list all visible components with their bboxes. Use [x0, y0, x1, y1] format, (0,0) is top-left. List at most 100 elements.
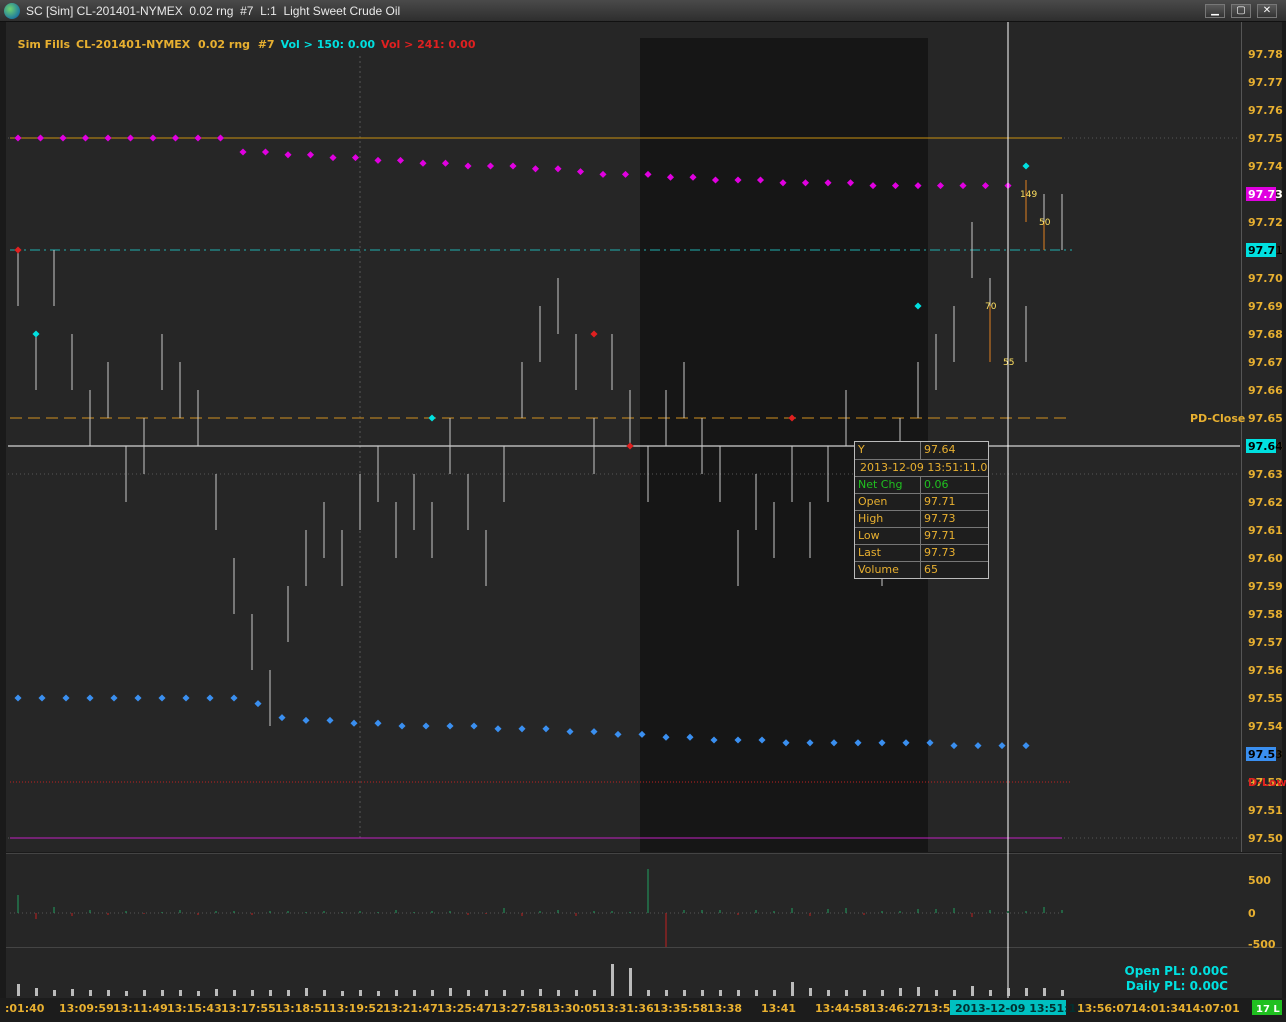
price-tick-label: 97.58: [1248, 608, 1283, 621]
upper-band-dot: [981, 182, 990, 190]
tooltip-row: Low 97.71: [855, 527, 988, 544]
lower-band-dot: [470, 722, 478, 730]
price-tick-label: 97.77: [1248, 76, 1283, 89]
time-tick-label: 13:46:27: [869, 1002, 924, 1015]
volume-bar: [719, 990, 722, 996]
legend-vol-up: Vol > 150: 0.00: [280, 38, 376, 51]
upper-band-dot: [329, 154, 337, 162]
lower-band-dot: [542, 725, 550, 733]
time-tick-label: :01:40: [5, 1002, 45, 1015]
price-tick-label: 97.63: [1248, 468, 1283, 481]
time-tick-label: 13:21:47: [383, 1002, 438, 1015]
time-tick-label: 13:38: [707, 1002, 742, 1015]
upper-band-dot: [531, 165, 540, 173]
upper-band-dot: [171, 134, 180, 142]
volume-bar: [107, 990, 110, 996]
price-tick-label: 97.55: [1248, 692, 1283, 705]
upper-band-dot: [959, 182, 967, 190]
lower-band-dot: [158, 694, 166, 702]
upper-band-dot: [104, 134, 112, 142]
lower-band-dot: [590, 728, 598, 736]
volume-bar: [431, 990, 434, 996]
price-marker-label: 97.53: [1248, 748, 1283, 761]
volume-bar: [125, 991, 128, 996]
time-tick-label: 14:01:34: [1131, 1002, 1186, 1015]
tooltip-row: Last 97.73: [855, 544, 988, 561]
volume-bar: [377, 991, 380, 996]
volume-bar: [845, 990, 848, 996]
time-tick-label: 13:44:58: [815, 1002, 870, 1015]
upper-band-dot: [36, 134, 45, 142]
time-tick-label: 13:27:58: [491, 1002, 546, 1015]
data-box-tooltip: Y 97.64 2013-12-09 13:51:11.001 Net Chg 0.06…: [854, 441, 989, 579]
lower-band-dot: [494, 725, 502, 733]
price-tick-label: 97.75: [1248, 132, 1283, 145]
volume-bar: [251, 990, 254, 996]
volume-bar: [89, 990, 92, 996]
volume-bar: [359, 990, 362, 996]
annotation-label: 70: [985, 302, 997, 312]
price-tick-label: 97.76: [1248, 104, 1283, 117]
volume-bar: [593, 990, 596, 996]
price-marker-label: 97.73: [1248, 188, 1283, 201]
price-tick-label: 97.72: [1248, 216, 1283, 229]
upper-band-dot: [261, 148, 270, 156]
tooltip-key: High: [855, 511, 921, 527]
upper-band-dot: [126, 134, 135, 142]
lower-band-dot: [86, 694, 94, 702]
volume-bar: [1007, 988, 1010, 996]
tooltip-row: Y 97.64: [855, 442, 988, 459]
lower-band-dot: [566, 728, 574, 736]
volume-bar: [485, 990, 488, 996]
annotation-label: 55: [1003, 358, 1014, 368]
time-tick-label: 13:56:07: [1077, 1002, 1132, 1015]
annotation-label: 149: [1020, 190, 1037, 200]
tooltip-value: 2013-12-09 13:51:11.001: [860, 461, 988, 474]
corner-badge-label: 17 L: [1256, 1004, 1280, 1015]
upper-band-dot: [509, 162, 517, 170]
lower-band-dot: [182, 694, 190, 702]
open-pl: Open PL: 0.00C: [1124, 964, 1228, 978]
chart-canvas[interactable]: 97.78 97.77 97.76 97.75 97.74 97.73 97.72 97.71…: [0, 0, 1286, 1022]
upper-band-dot: [194, 134, 202, 142]
volume-bar: [197, 991, 200, 996]
volume-bar: [413, 990, 416, 996]
legend-vol-down: Vol > 241: 0.00: [381, 38, 476, 51]
tooltip-value: 0.06: [924, 478, 949, 491]
volume-bar: [773, 990, 776, 996]
cursor-time-label: 2013-12-09 13:51:11: [955, 1002, 1084, 1015]
delta-tick-label: 0: [1248, 907, 1256, 920]
price-tick-label: 97.57: [1248, 636, 1283, 649]
time-tick-label: 13:30:05: [545, 1002, 600, 1015]
volume-bar: [71, 989, 74, 996]
upper-band-dot: [239, 148, 247, 156]
time-tick-label: 13:35:58: [653, 1002, 708, 1015]
tooltip-value: 97.64: [924, 443, 956, 456]
price-tick-label: 97.50: [1248, 832, 1283, 845]
upper-band-dot: [14, 134, 22, 142]
volume-bar: [989, 990, 992, 996]
upper-band-dot: [351, 154, 360, 162]
volume-bar: [53, 990, 56, 996]
lower-band-dot: [974, 742, 982, 750]
volume-bar: [827, 990, 830, 996]
volume-bar: [35, 988, 38, 996]
volume-bar: [161, 990, 164, 996]
upper-band-dot: [306, 151, 315, 159]
time-tick-label: 13:19:52: [329, 1002, 384, 1015]
upper-band-dot: [216, 134, 225, 142]
tooltip-row: High 97.73: [855, 510, 988, 527]
upper-band-dot: [419, 159, 427, 167]
time-tick-label: 13:18:51: [275, 1002, 330, 1015]
volume-bar: [323, 990, 326, 996]
upper-band-dot: [149, 134, 157, 142]
volume-bar: [17, 984, 20, 996]
upper-band-dot: [936, 182, 945, 190]
tooltip-value: 97.73: [924, 512, 956, 525]
tooltip-value: 97.73: [924, 546, 956, 559]
volume-bar: [881, 990, 884, 996]
time-tick-label: 13:41: [761, 1002, 796, 1015]
upper-band-dot: [441, 159, 450, 167]
chart-legend: Sim Fills CL-201401-NYMEX 0.02 rng #7 Vol …: [10, 25, 481, 51]
lower-band-dot: [950, 742, 958, 750]
